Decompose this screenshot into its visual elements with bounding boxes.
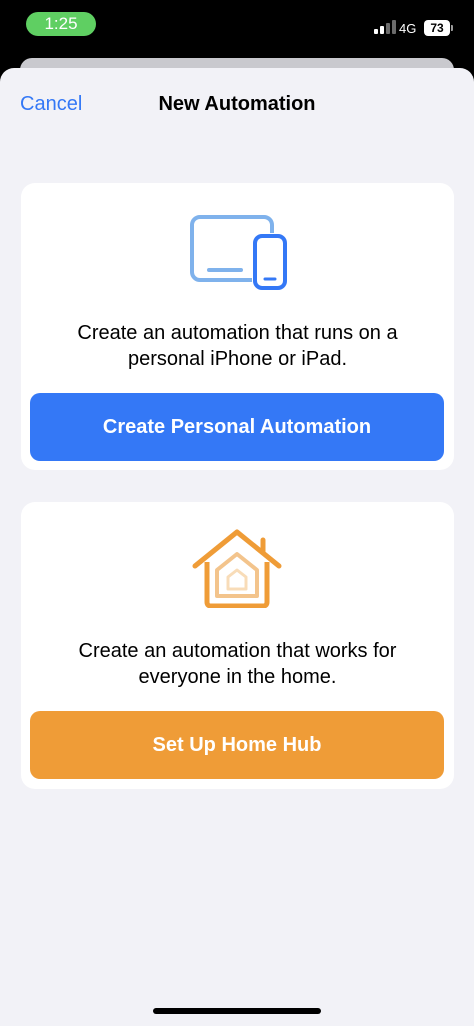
screen: 1:25 4G 73 Cancel New Automation Create …	[0, 0, 474, 1026]
status-time[interactable]: 1:25	[26, 12, 96, 36]
home-automation-description: Create an automation that works for ever…	[78, 640, 397, 688]
create-personal-automation-button[interactable]: Create Personal Automation	[30, 393, 444, 461]
home-automation-card: Create an automation that works for ever…	[21, 502, 454, 789]
page-title: New Automation	[158, 93, 316, 115]
personal-automation-description: Create an automation that runs on a pers…	[77, 322, 398, 370]
status-bar: 1:25 4G 73	[0, 0, 474, 50]
home-indicator[interactable]	[153, 1008, 321, 1014]
cellular-signal-icon	[374, 20, 396, 34]
battery-icon: 73	[424, 20, 450, 36]
network-type: 4G	[399, 21, 417, 36]
battery-cap	[451, 25, 453, 31]
devices-icon	[190, 215, 287, 290]
home-icon	[192, 529, 282, 608]
set-up-home-hub-button[interactable]: Set Up Home Hub	[30, 711, 444, 779]
personal-automation-card: Create an automation that runs on a pers…	[21, 183, 454, 470]
